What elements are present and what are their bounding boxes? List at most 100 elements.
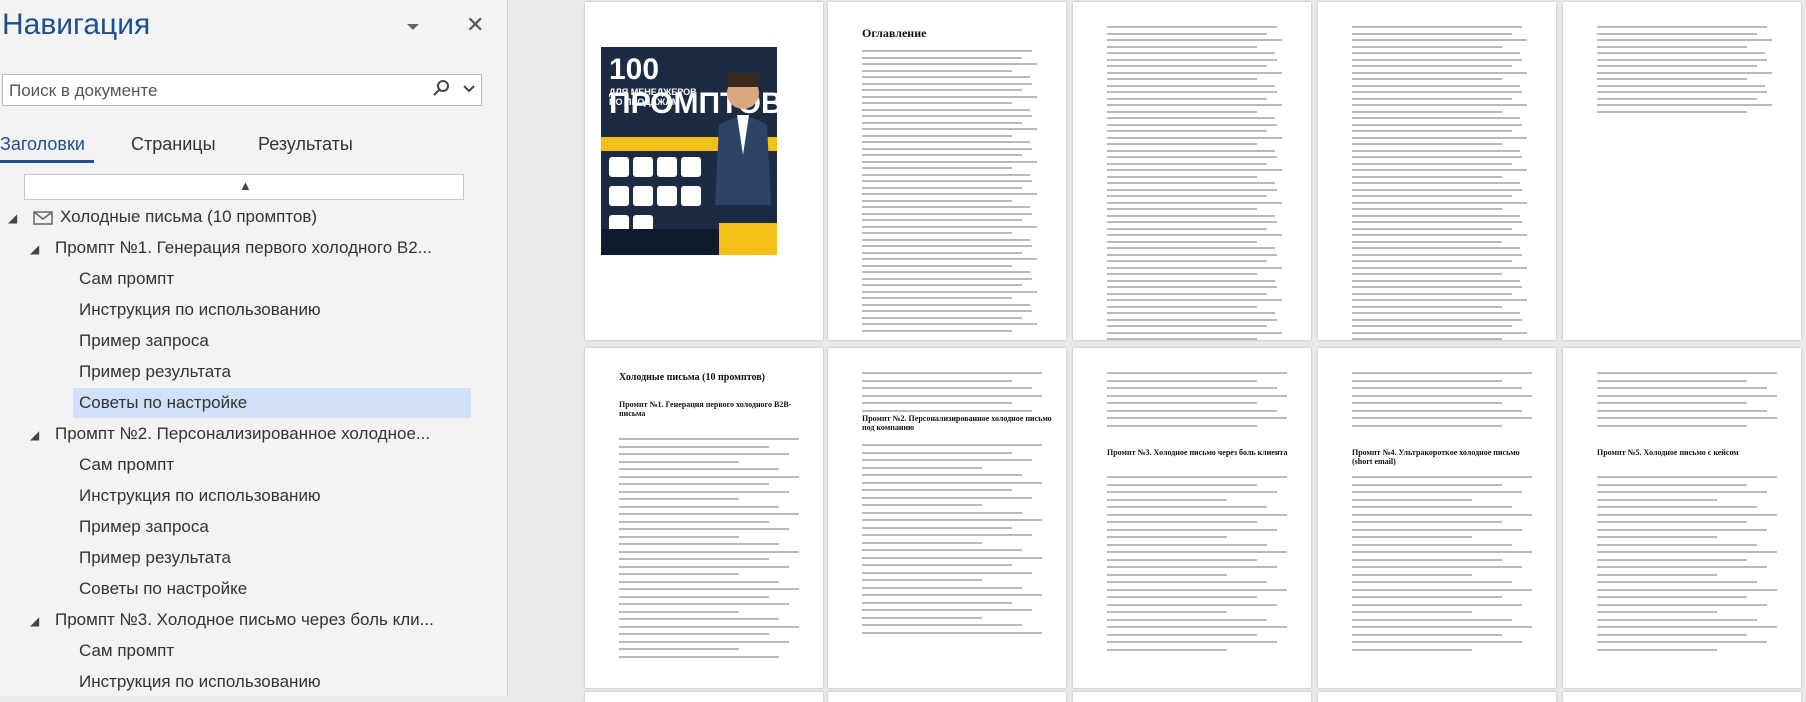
tab-pages[interactable]: Страницы (131, 134, 216, 155)
person-illustration (715, 73, 771, 205)
text-line (1352, 117, 1520, 119)
text-line (1107, 483, 1257, 486)
text-line (1107, 136, 1282, 139)
close-icon[interactable]: ✕ (466, 12, 484, 38)
chevron-down-icon[interactable] (406, 16, 420, 37)
text-line (1597, 26, 1767, 28)
heading-item[interactable]: Советы по настройке (79, 574, 464, 604)
text-line (1597, 633, 1747, 636)
text-line (1352, 387, 1522, 389)
search-options-chevron-icon[interactable] (463, 81, 475, 99)
text-line (1352, 491, 1522, 493)
heading-item[interactable]: Инструкция по использованию (79, 481, 464, 511)
text-line (1107, 117, 1275, 119)
search-input[interactable] (7, 78, 431, 104)
text-line (1107, 299, 1282, 301)
text-line (1107, 318, 1277, 321)
page-toc-4[interactable] (1563, 2, 1801, 340)
text-line (1107, 506, 1267, 508)
heading-section[interactable]: Промпт №3. Холодное письмо через боль кл… (55, 605, 464, 635)
heading-section[interactable]: Промпт №1. Генерация первого холодного B… (55, 233, 464, 263)
text-line (1107, 201, 1282, 204)
search-box[interactable] (2, 74, 482, 106)
text-line (1107, 331, 1282, 334)
text-line (862, 541, 982, 544)
page-next[interactable] (1563, 692, 1801, 702)
page-prompt-2[interactable]: Промпт №2. Персонализированное холодное … (828, 348, 1066, 688)
page-prompt-5[interactable]: Промпт №5. Холодное письмо с кейсом (1563, 348, 1801, 688)
page-next[interactable] (585, 692, 823, 702)
text-line (1352, 136, 1527, 139)
tab-headings[interactable]: Заголовки (0, 134, 85, 155)
collapse-triangle-icon[interactable]: ◢ (8, 211, 17, 225)
text-line (1107, 175, 1257, 178)
heading-section[interactable]: Холодные письма (10 промптов) (60, 202, 464, 232)
text-line (1352, 409, 1522, 412)
text-line (1352, 78, 1502, 80)
text-line (1107, 394, 1287, 397)
text-line (1107, 521, 1257, 523)
text-line (1597, 387, 1767, 389)
text-line (1107, 260, 1267, 262)
heading-item[interactable]: Инструкция по использованию (79, 667, 464, 697)
heading-item[interactable]: Пример запроса (79, 326, 464, 356)
heading-item[interactable]: Сам промпт (79, 636, 464, 666)
page-prompt-3[interactable]: Промпт №3. Холодное письмо через боль кл… (1073, 348, 1311, 688)
text-line (1597, 372, 1777, 374)
text-line (862, 579, 982, 581)
page-next[interactable] (1073, 692, 1311, 702)
page-prompt-4[interactable]: Промпт №4. Ультракороткое холодное письм… (1318, 348, 1556, 688)
page-toc-2[interactable] (1073, 2, 1311, 340)
text-line (1107, 65, 1267, 67)
text-line (1107, 58, 1277, 61)
text-line (1597, 417, 1777, 419)
text-line (862, 290, 1037, 293)
text-line (862, 586, 1022, 589)
text-line (1352, 26, 1522, 28)
heading-item[interactable]: Сам промпт (79, 264, 464, 294)
text-line (619, 460, 739, 463)
page-cover[interactable]: 100 ПРОМПТОВ ДЛЯ МЕНЕДЖЕРОВ ПО ПРОДАЖАМ (585, 2, 823, 340)
text-line (1107, 52, 1275, 54)
text-line (1107, 182, 1275, 184)
text-line (1107, 240, 1257, 243)
page-next[interactable] (1318, 692, 1556, 702)
scroll-up-button[interactable]: ▲ (24, 174, 464, 200)
collapse-triangle-icon[interactable]: ◢ (30, 614, 39, 628)
text-line (862, 76, 1030, 78)
collapse-triangle-icon[interactable]: ◢ (30, 428, 39, 442)
text-line (619, 565, 789, 568)
text-line (1597, 588, 1777, 591)
nav-title: Навигация (2, 8, 151, 41)
heading-item[interactable]: Советы по настройке (73, 388, 471, 418)
page-toc-3[interactable] (1318, 2, 1556, 340)
heading-section[interactable]: Промпт №2. Персонализированное холодное.… (55, 419, 464, 449)
text-line (1352, 39, 1527, 41)
text-line (862, 409, 1032, 412)
search-icon[interactable] (433, 79, 451, 102)
text-line (1107, 71, 1282, 74)
text-line (1597, 551, 1777, 553)
heading-item[interactable]: Пример результата (79, 357, 464, 387)
collapse-triangle-icon[interactable]: ◢ (30, 242, 39, 256)
heading-item[interactable]: Инструкция по использованию (79, 295, 464, 325)
text-line (1107, 596, 1257, 598)
text-line (1107, 162, 1267, 165)
heading-item[interactable]: Сам промпт (79, 450, 464, 480)
text-line (862, 451, 1012, 454)
text-line (1597, 71, 1772, 74)
text-line (1352, 558, 1502, 561)
heading-item[interactable]: Пример результата (79, 543, 464, 573)
tab-results[interactable]: Результаты (258, 134, 353, 155)
page-next[interactable] (828, 692, 1066, 702)
text-line (1107, 156, 1277, 158)
text-line (1107, 528, 1277, 531)
heading-item[interactable]: Пример запроса (79, 512, 464, 542)
text-line (1107, 536, 1227, 538)
text-line (619, 483, 769, 485)
text-line (619, 490, 789, 493)
page-prompt-1[interactable]: Холодные письма (10 промптов) Промпт №1.… (585, 348, 823, 688)
text-line (862, 160, 1037, 163)
text-line (1352, 32, 1512, 35)
page-toc[interactable]: Оглавление (828, 2, 1066, 340)
